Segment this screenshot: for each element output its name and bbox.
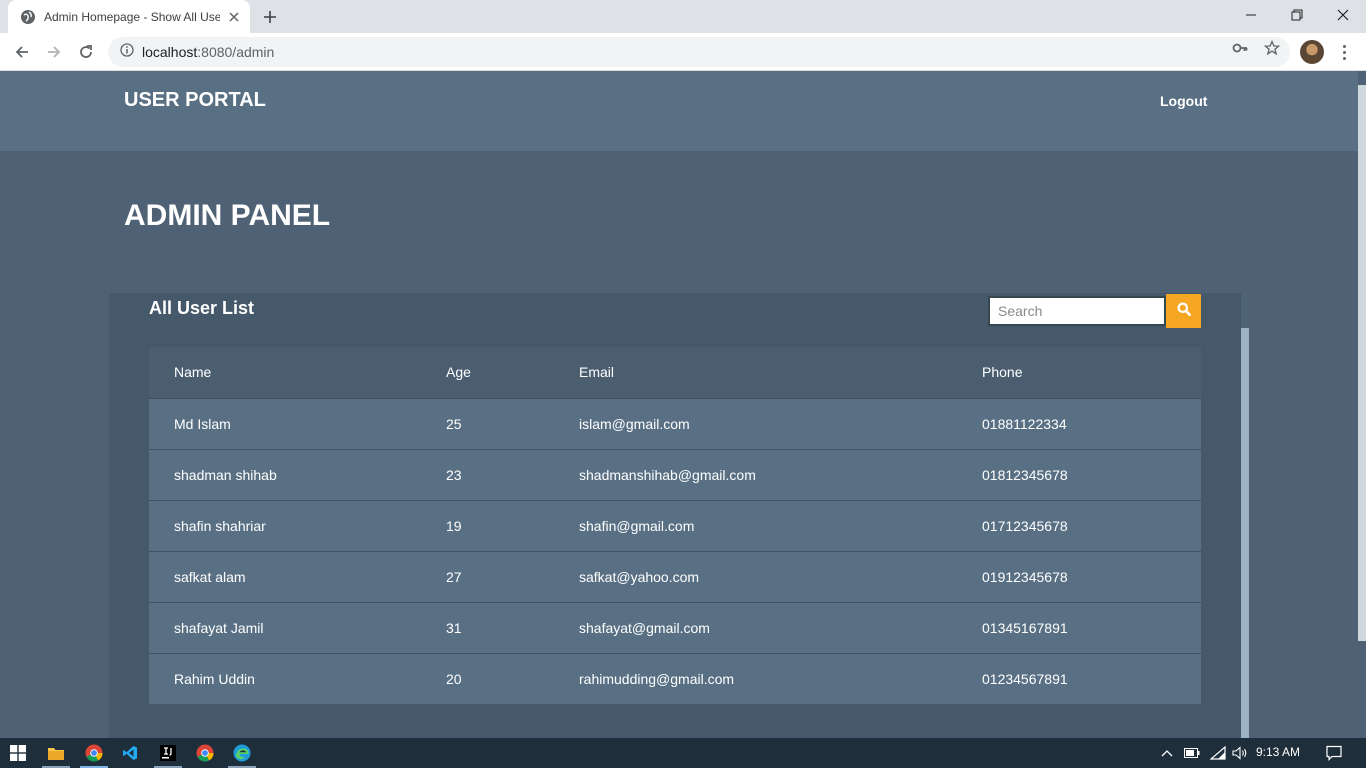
back-icon[interactable] <box>8 38 36 66</box>
cell-email: safkat@yahoo.com <box>579 568 700 585</box>
vscode-icon[interactable] <box>112 738 148 768</box>
url-path: :8080/admin <box>197 44 275 60</box>
url-text: localhost:8080/admin <box>142 44 274 60</box>
cell-email: shadmanshihab@gmail.com <box>579 466 756 483</box>
cell-phone: 01881122334 <box>982 415 1067 432</box>
column-header-email: Email <box>579 364 615 381</box>
close-tab-icon[interactable] <box>226 9 242 25</box>
page-scrollbar-thumb[interactable] <box>1358 85 1366 641</box>
page-title: ADMIN PANEL <box>124 199 331 232</box>
cell-phone: 01234567891 <box>982 670 1068 687</box>
volume-icon[interactable] <box>1230 738 1250 768</box>
chrome-taskbar-icon[interactable] <box>76 738 112 768</box>
cell-age: 20 <box>446 670 462 687</box>
reload-icon[interactable] <box>72 38 100 66</box>
minimize-icon[interactable] <box>1228 0 1274 30</box>
cell-name: shafayat Jamil <box>174 619 264 636</box>
os-taskbar: 9:13 AM <box>0 738 1366 768</box>
cell-email: islam@gmail.com <box>579 415 690 432</box>
forward-icon[interactable] <box>40 38 68 66</box>
browser-menu-icon[interactable] <box>1336 40 1352 64</box>
panel-title: All User List <box>149 298 255 318</box>
cell-name: shadman shihab <box>174 466 277 483</box>
browser-tab[interactable]: Admin Homepage - Show All Users <box>8 0 250 33</box>
windows-start-icon[interactable] <box>0 738 36 768</box>
search-icon <box>1177 302 1191 321</box>
cell-age: 19 <box>446 517 462 534</box>
page-content: USER PORTAL Logout ADMIN PANEL All User … <box>0 71 1358 738</box>
cell-name: Rahim Uddin <box>174 670 255 687</box>
file-explorer-icon[interactable] <box>38 738 74 768</box>
address-bar[interactable]: localhost:8080/admin <box>108 37 1290 67</box>
key-icon[interactable] <box>1232 40 1248 56</box>
browser-toolbar: localhost:8080/admin <box>0 33 1366 71</box>
table-row[interactable]: safkat alam 27 safkat@yahoo.com 01912345… <box>149 551 1201 602</box>
globe-icon <box>20 9 36 25</box>
tab-title: Admin Homepage - Show All Users <box>44 9 221 24</box>
table-row[interactable]: shafin shahriar 19 shafin@gmail.com 0171… <box>149 500 1201 551</box>
edge-icon[interactable] <box>224 738 260 768</box>
table-row[interactable]: shafayat Jamil 31 shafayat@gmail.com 013… <box>149 602 1201 653</box>
panel-scrollbar-thumb[interactable] <box>1241 328 1249 738</box>
info-icon[interactable] <box>120 42 134 62</box>
user-table: Name Age Email Phone Md Islam 25 islam@g… <box>149 347 1201 704</box>
column-header-age: Age <box>446 364 471 381</box>
cell-phone: 01345167891 <box>982 619 1068 636</box>
page-scrollbar[interactable] <box>1358 71 1366 738</box>
cell-phone: 01912345678 <box>982 568 1068 585</box>
logout-link[interactable]: Logout <box>1160 93 1207 109</box>
column-header-phone: Phone <box>982 364 1023 381</box>
cell-phone: 01812345678 <box>982 466 1068 483</box>
table-row[interactable]: Rahim Uddin 20 rahimudding@gmail.com 012… <box>149 653 1201 704</box>
new-tab-icon[interactable] <box>258 5 282 29</box>
profile-avatar[interactable] <box>1300 40 1324 64</box>
user-list-panel: All User List Name Age Email Phone Md Is… <box>109 293 1249 738</box>
cell-name: safkat alam <box>174 568 246 585</box>
chrome-alt-icon[interactable] <box>187 738 223 768</box>
cell-email: rahimudding@gmail.com <box>579 670 735 687</box>
table-row[interactable]: Md Islam 25 islam@gmail.com 01881122334 <box>149 398 1201 449</box>
wifi-icon[interactable] <box>1208 738 1228 768</box>
cell-name: Md Islam <box>174 415 231 432</box>
cell-age: 27 <box>446 568 462 585</box>
browser-tab-bar: Admin Homepage - Show All Users <box>0 0 1366 33</box>
chevron-up-icon[interactable] <box>1158 738 1176 768</box>
panel-scrollbar[interactable] <box>1241 293 1249 738</box>
search-input[interactable] <box>988 296 1166 326</box>
close-window-icon[interactable] <box>1320 0 1366 30</box>
search-button[interactable] <box>1166 294 1201 328</box>
taskbar-clock[interactable]: 9:13 AM <box>1256 745 1300 759</box>
brand-logo[interactable]: USER PORTAL <box>124 89 266 112</box>
table-row[interactable]: shadman shihab 23 shadmanshihab@gmail.co… <box>149 449 1201 500</box>
cell-age: 23 <box>446 466 462 483</box>
intellij-icon[interactable] <box>150 738 186 768</box>
cell-email: shafin@gmail.com <box>579 517 695 534</box>
table-header-row: Name Age Email Phone <box>149 347 1201 398</box>
star-icon[interactable] <box>1264 40 1280 56</box>
battery-icon[interactable] <box>1182 738 1202 768</box>
restore-icon[interactable] <box>1274 0 1320 30</box>
notification-icon[interactable] <box>1322 738 1346 768</box>
cell-email: shafayat@gmail.com <box>579 619 710 636</box>
cell-name: shafin shahriar <box>174 517 266 534</box>
site-navbar: USER PORTAL Logout <box>0 71 1358 151</box>
url-host: localhost <box>142 44 198 60</box>
cell-age: 31 <box>446 619 462 636</box>
cell-age: 25 <box>446 415 462 432</box>
column-header-name: Name <box>174 364 212 381</box>
cell-phone: 01712345678 <box>982 517 1068 534</box>
